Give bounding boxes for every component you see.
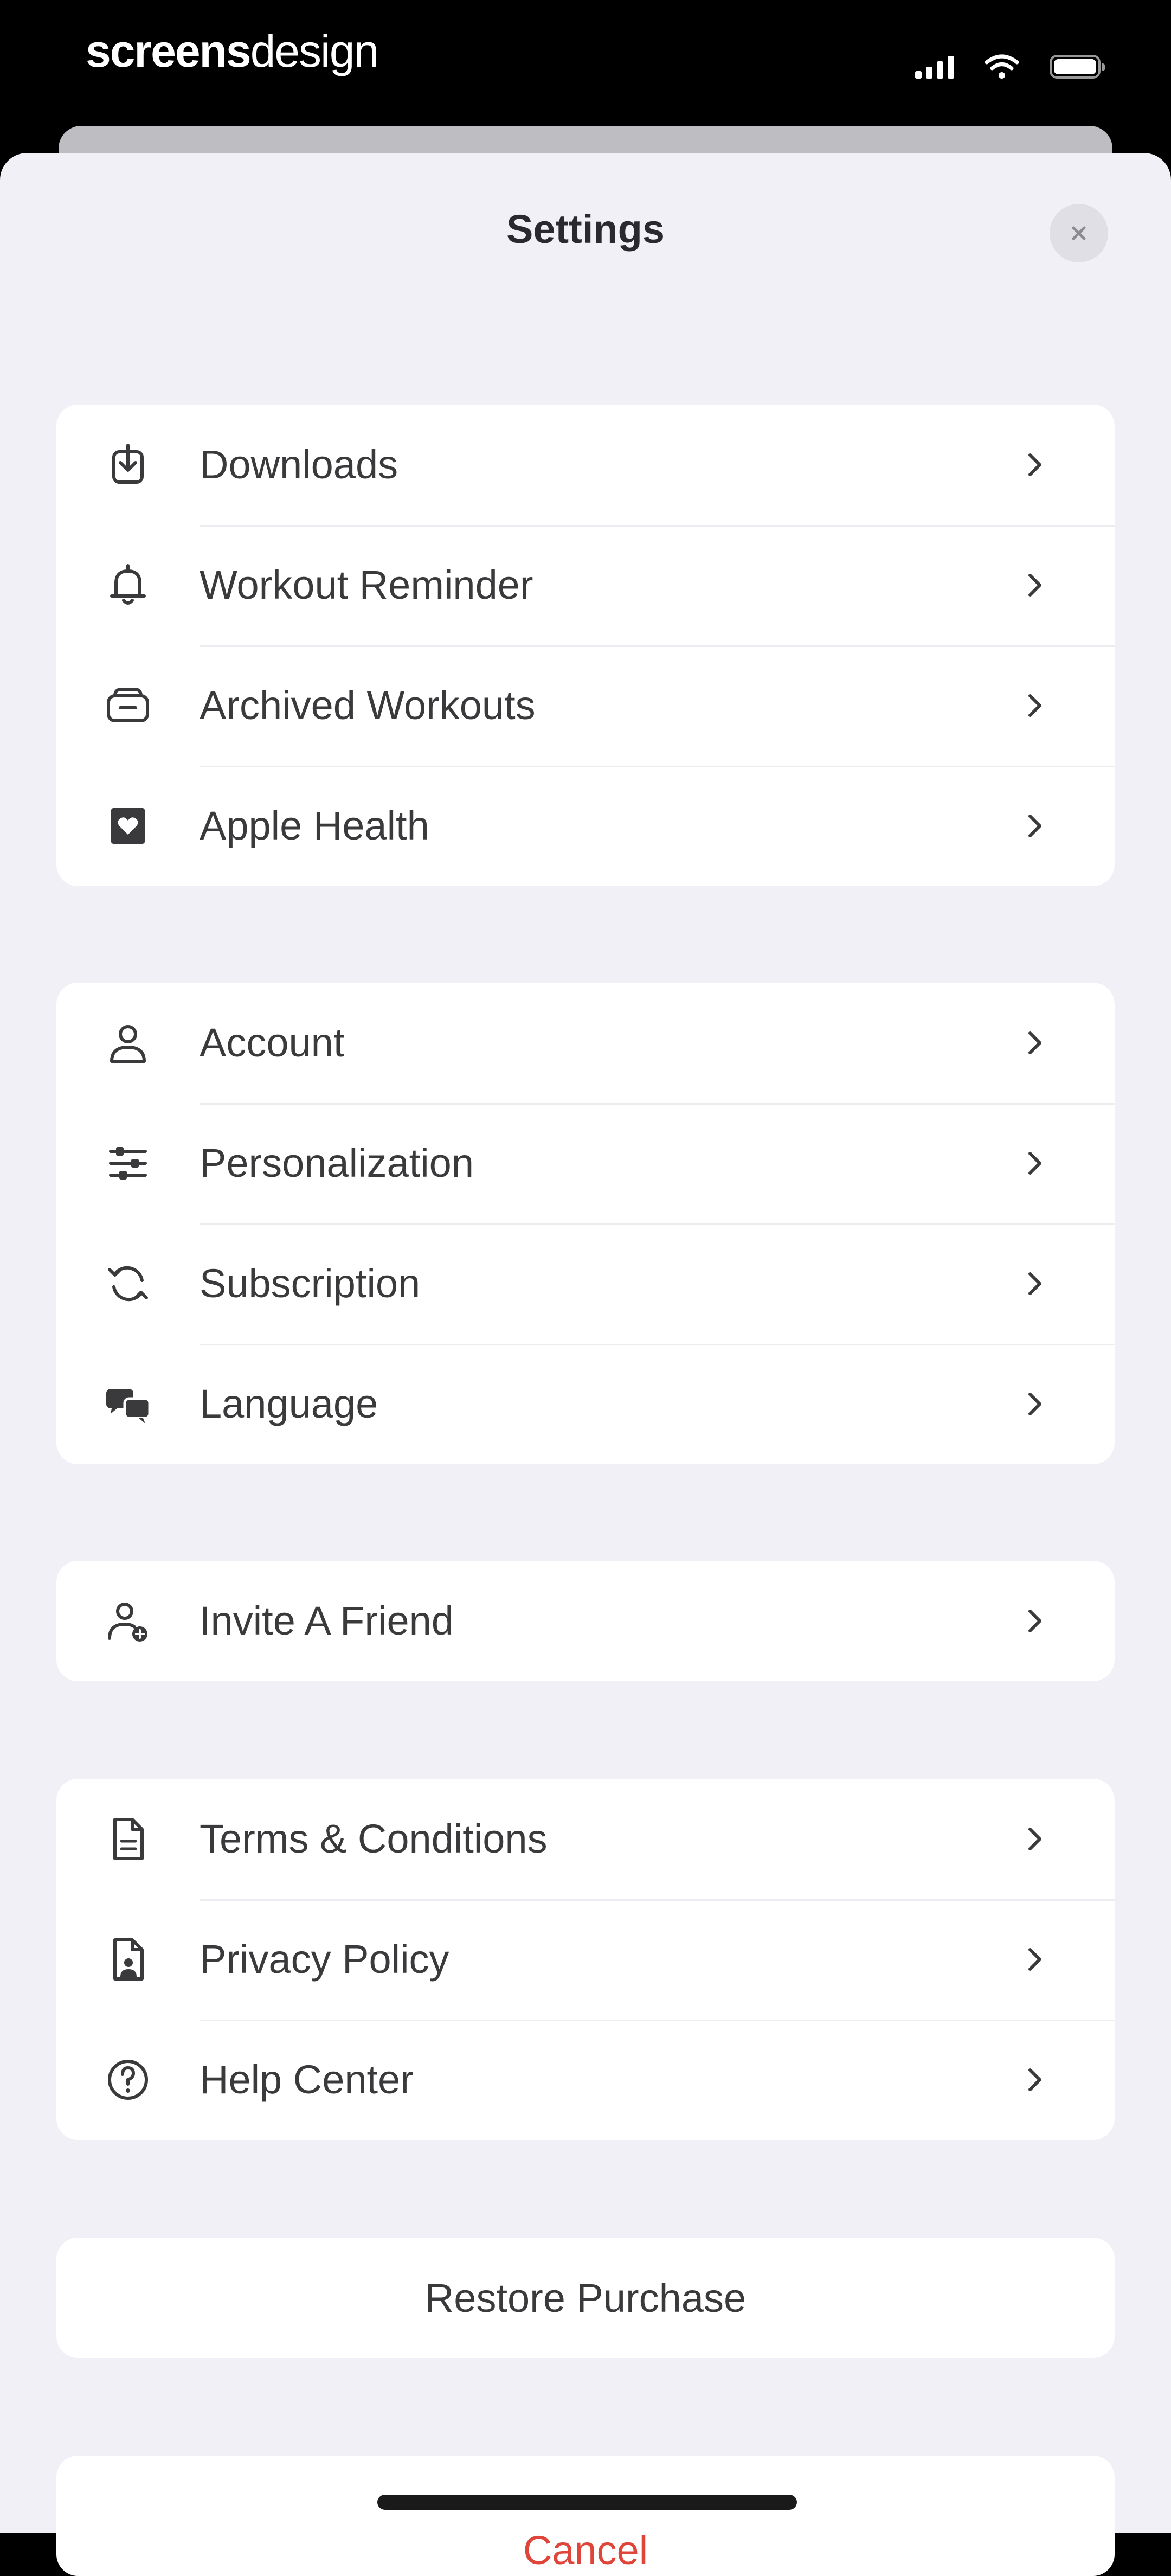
- chevron-right-icon: [1018, 1388, 1051, 1420]
- download-icon: [104, 441, 152, 489]
- bell-icon: [104, 561, 152, 609]
- sheet-header: Settings: [0, 153, 1171, 316]
- row-label: Invite A Friend: [200, 1598, 454, 1643]
- wifi-icon: [985, 54, 1019, 80]
- row-label: Downloads: [200, 442, 398, 487]
- row-help-center[interactable]: Help Center: [56, 2020, 1115, 2140]
- cancel-button[interactable]: Cancel: [56, 2456, 1115, 2576]
- sliders-icon: [104, 1139, 152, 1187]
- chevron-right-icon: [1018, 1027, 1051, 1059]
- row-downloads[interactable]: Downloads: [56, 405, 1115, 525]
- status-icons: [915, 48, 1105, 86]
- row-personalization[interactable]: Personalization: [56, 1103, 1115, 1223]
- chevron-right-icon: [1018, 569, 1051, 601]
- row-apple-health[interactable]: Apple Health: [56, 766, 1115, 886]
- row-label: Account: [200, 1020, 345, 1065]
- privacy-document-icon: [104, 1936, 152, 1983]
- chevron-right-icon: [1018, 810, 1051, 842]
- status-bar: screensdesign: [0, 0, 1171, 130]
- person-icon: [104, 1019, 152, 1067]
- brand-watermark-bold: screens: [86, 25, 252, 76]
- settings-group-invite: Invite A Friend: [56, 1561, 1115, 1681]
- row-label: Workout Reminder: [200, 562, 533, 607]
- restore-purchase-label: Restore Purchase: [424, 2275, 747, 2321]
- cellular-signal-icon: [915, 55, 954, 79]
- settings-group-account: Account Personalization Subscription Lan…: [56, 983, 1115, 1464]
- row-invite-friend[interactable]: Invite A Friend: [56, 1561, 1115, 1681]
- close-button[interactable]: [1050, 204, 1108, 262]
- row-workout-reminder[interactable]: Workout Reminder: [56, 525, 1115, 645]
- row-label: Privacy Policy: [200, 1937, 449, 1982]
- row-label: Archived Workouts: [200, 683, 536, 728]
- row-label: Terms & Conditions: [200, 1816, 548, 1861]
- brand-watermark: screensdesign: [86, 25, 379, 78]
- chevron-right-icon: [1018, 1943, 1051, 1976]
- row-label: Language: [200, 1381, 378, 1426]
- refresh-icon: [104, 1260, 152, 1308]
- restore-purchase-button[interactable]: Restore Purchase: [56, 2238, 1115, 2358]
- row-subscription[interactable]: Subscription: [56, 1223, 1115, 1344]
- row-label: Help Center: [200, 2057, 414, 2102]
- chevron-right-icon: [1018, 448, 1051, 481]
- page-title: Settings: [506, 207, 665, 252]
- cancel-label: Cancel: [523, 2528, 648, 2573]
- brand-watermark-light: design: [250, 25, 379, 76]
- home-indicator[interactable]: [377, 2495, 797, 2510]
- row-archived-workouts[interactable]: Archived Workouts: [56, 645, 1115, 766]
- row-privacy-policy[interactable]: Privacy Policy: [56, 1899, 1115, 2020]
- document-icon: [104, 1815, 152, 1863]
- row-account[interactable]: Account: [56, 983, 1115, 1103]
- row-label: Apple Health: [200, 803, 429, 848]
- row-label: Subscription: [200, 1261, 421, 1306]
- archive-box-icon: [104, 682, 152, 729]
- question-circle-icon: [104, 2056, 152, 2104]
- row-terms[interactable]: Terms & Conditions: [56, 1779, 1115, 1899]
- settings-sheet: Settings Downloads Workout Reminder Arch…: [0, 153, 1171, 2576]
- chevron-right-icon: [1018, 1823, 1051, 1855]
- add-person-icon: [104, 1597, 152, 1645]
- row-label: Personalization: [200, 1140, 474, 1186]
- chevron-right-icon: [1018, 2064, 1051, 2096]
- settings-group-legal: Terms & Conditions Privacy Policy Help C…: [56, 1779, 1115, 2140]
- row-language[interactable]: Language: [56, 1344, 1115, 1464]
- settings-group-general: Downloads Workout Reminder Archived Work…: [56, 405, 1115, 886]
- chevron-right-icon: [1018, 689, 1051, 722]
- speech-bubbles-icon: [104, 1380, 152, 1428]
- battery-icon: [1050, 55, 1105, 79]
- close-icon: [1072, 226, 1086, 240]
- chevron-right-icon: [1018, 1147, 1051, 1180]
- chevron-right-icon: [1018, 1605, 1051, 1637]
- heart-icon: [104, 802, 152, 850]
- chevron-right-icon: [1018, 1267, 1051, 1300]
